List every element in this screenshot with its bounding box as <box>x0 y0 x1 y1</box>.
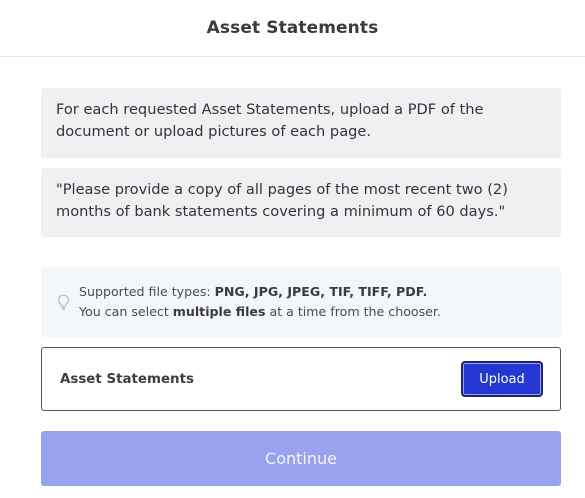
instructions-line-2: document or upload pictures of each page… <box>56 123 372 140</box>
file-types-prefix: Supported file types: <box>79 284 215 299</box>
instructions-box: For each requested Asset Statements, upl… <box>41 88 561 158</box>
request-box: "Please provide a copy of all pages of t… <box>41 168 561 237</box>
multiple-files-bold: multiple files <box>172 304 266 319</box>
page-title: Asset Statements <box>206 18 379 38</box>
file-type-hint: Supported file types: PNG, JPG, JPEG, TI… <box>41 267 561 337</box>
file-types-list: PNG, JPG, JPEG, TIF, TIFF, PDF. <box>214 284 428 299</box>
multiple-files-line: You can select multiple files at a time … <box>79 302 561 322</box>
multiple-files-suffix: at a time from the chooser. <box>265 304 441 319</box>
instructions-line-1: For each requested Asset Statements, upl… <box>56 101 484 118</box>
upload-row: Asset Statements Upload <box>41 347 561 411</box>
upload-label: Asset Statements <box>60 371 194 387</box>
page-header: Asset Statements <box>0 0 585 57</box>
lightbulb-icon <box>58 294 69 310</box>
file-types-line: Supported file types: PNG, JPG, JPEG, TI… <box>79 282 561 302</box>
multiple-files-prefix: You can select <box>79 304 173 319</box>
request-line-2: months of bank statements covering a min… <box>56 203 506 220</box>
continue-button[interactable]: Continue <box>41 431 561 486</box>
request-line-1: "Please provide a copy of all pages of t… <box>56 181 508 198</box>
upload-button[interactable]: Upload <box>461 361 543 397</box>
